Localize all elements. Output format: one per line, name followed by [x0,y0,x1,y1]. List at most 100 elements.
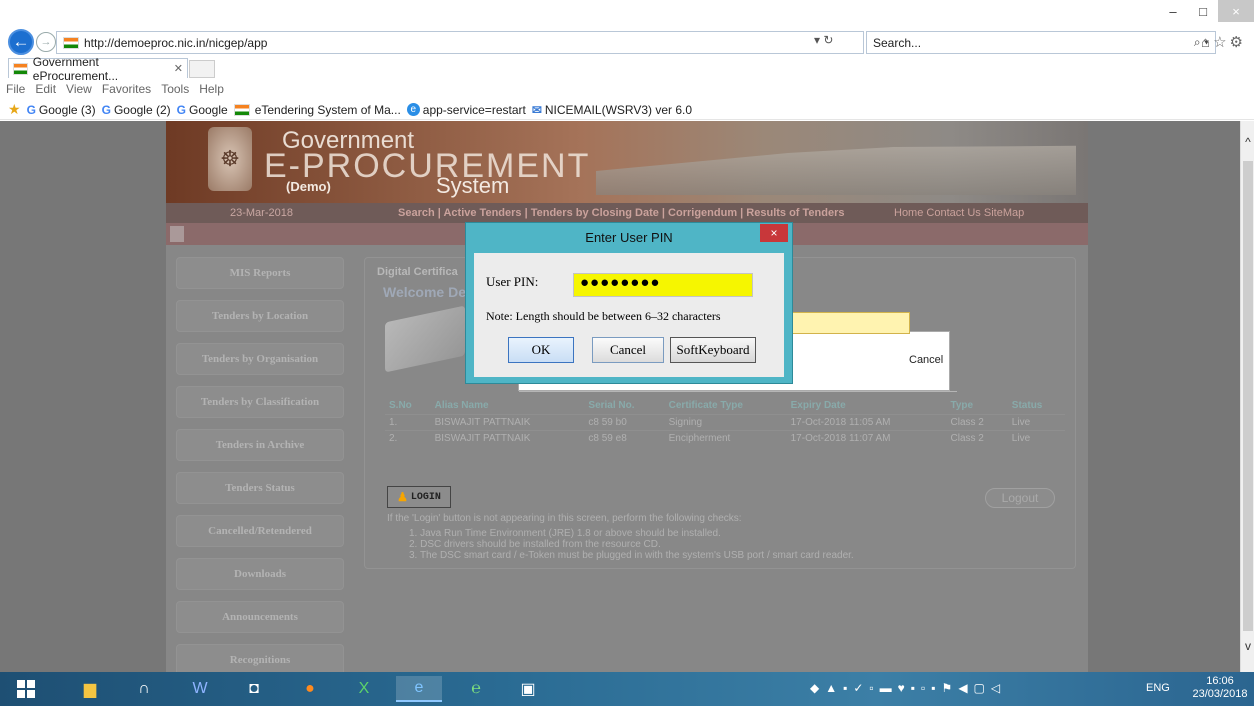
sidebar-item-cancelled-retendered[interactable]: Cancelled/Retendered [176,515,344,547]
search-input[interactable]: Search... ⌕ ▾ [866,31,1216,54]
new-tab-button[interactable] [189,60,215,78]
table-row[interactable]: 1. BISWAJIT PATTNAIK c8 59 b0 Signing 17… [385,413,1065,430]
sidebar-item-recognitions[interactable]: Recognitions [176,644,344,672]
site-nav: 23-Mar-2018 Search | Active Tenders | Te… [166,203,1088,223]
menu-tools[interactable]: Tools [161,82,189,96]
minimize-button[interactable]: – [1158,0,1188,22]
login-button[interactable]: ♟ LOGIN [387,486,451,508]
clock[interactable]: 16:06 23/03/2018 [1190,675,1250,701]
internet-explorer-icon[interactable]: e [396,676,442,702]
word-icon[interactable]: W [186,676,214,702]
app-window-icon[interactable]: ▣ [514,676,542,702]
bookmark-google-2[interactable]: G Google (2) [102,103,171,117]
document-icon [170,226,184,242]
excel-icon[interactable]: X [350,676,378,702]
sidebar-item-announcements[interactable]: Announcements [176,601,344,633]
checks-intro: If the 'Login' button is not appearing i… [387,513,742,524]
check-item: 1. Java Run Time Environment (JRE) 1.8 o… [409,528,721,539]
dialog-title: Enter User PIN [585,229,673,245]
bookmark-google[interactable]: G Google [177,103,228,117]
windows-icon [17,680,35,698]
toolbar-icons[interactable]: ⌂☆⚙ [1201,33,1246,51]
check-item: 2. DSC drivers should be installed from … [409,539,661,550]
address-tools[interactable]: ▾ ↻ [814,33,833,47]
search-placeholder: Search... [873,35,922,50]
cell: Class 2 [946,413,1008,430]
table-row[interactable]: 2. BISWAJIT PATTNAIK c8 59 e8 Encipherme… [385,429,1065,446]
dialog-close-button[interactable]: × [760,224,788,242]
bookmark-google-3[interactable]: G Google (3) [27,103,96,117]
java-cancel-button[interactable]: Cancel [909,354,943,366]
user-icon: ♟ [397,490,408,505]
scroll-thumb[interactable] [1243,161,1253,631]
sidebar-item-tenders-by-location[interactable]: Tenders by Location [176,300,344,332]
firefox-icon[interactable]: ● [296,676,324,702]
nav-right-links[interactable]: Home Contact Us SiteMap [894,207,1024,219]
address-bar[interactable]: http://demoeproc.nic.in/nicgep/app [56,31,864,54]
e-app-icon[interactable]: ℮ [462,676,490,702]
google-icon: G [101,102,111,117]
smartcard-image [385,305,465,373]
window-controls: – □ × [1158,0,1254,22]
bookmarks-bar: ★ G Google (3) G Google (2) G Google eTende… [0,100,1254,120]
logout-button[interactable]: Logout [985,488,1055,508]
ok-button[interactable]: OK [508,337,574,363]
forward-button[interactable]: → [36,32,56,52]
taskbar: ▆ ∩ W ◘ ● X e ℮ ▣ ◆▲▪✓▫▬♥▪▫▪⚑◀▢◁ ENG 16:… [0,672,1254,706]
col-alias: Alias Name [434,400,489,412]
store-icon[interactable]: ◘ [240,676,268,702]
pin-note: Note: Length should be between 6–32 char… [486,309,721,323]
sidebar-item-mis-reports[interactable]: MIS Reports [176,257,344,289]
menu-help[interactable]: Help [199,82,224,96]
menu-bar: File Edit View Favorites Tools Help [0,80,1254,98]
cell: c8 59 b0 [584,413,665,430]
nav-links[interactable]: Search | Active Tenders | Tenders by Clo… [398,207,845,219]
bookmark-nicemail[interactable]: ✉ NICEMAIL(WSRV3) ver 6.0 [532,103,692,117]
tab-digital-certificate[interactable]: Digital Certifica [377,266,458,278]
bookmark-app-service[interactable]: e app-service=restart [406,103,526,117]
menu-favorites[interactable]: Favorites [102,82,151,96]
system-tray-icons[interactable]: ◆▲▪✓▫▬♥▪▫▪⚑◀▢◁ [810,681,1006,695]
back-button[interactable]: ← [8,29,34,55]
favorites-star-icon[interactable]: ★ [8,101,21,118]
table-header-row: S.No Alias Name Serial No. Certificate T… [385,398,1065,414]
cell: Signing [664,413,787,430]
file-explorer-icon[interactable]: ▆ [76,676,104,702]
bookmark-etendering[interactable]: eTendering System of Ma... [233,103,401,117]
scroll-up-icon[interactable]: ^ [1241,135,1254,149]
sidebar-item-tenders-by-organisation[interactable]: Tenders by Organisation [176,343,344,375]
menu-view[interactable]: View [66,82,92,96]
menu-edit[interactable]: Edit [35,82,56,96]
scroll-down-icon[interactable]: v [1241,639,1254,653]
bookmark-label: Google (3) [38,102,96,117]
headphones-icon[interactable]: ∩ [130,676,158,702]
restore-button[interactable]: □ [1188,0,1218,22]
sidebar-item-tenders-by-classification[interactable]: Tenders by Classification [176,386,344,418]
bookmark-label: Google [189,102,228,117]
site-banner: ☸ Government E-PROCUREMENT (Demo) System [166,121,1088,203]
sidebar-item-tenders-in-archive[interactable]: Tenders in Archive [176,429,344,461]
india-flag-icon [13,62,28,75]
sidebar-item-tenders-status[interactable]: Tenders Status [176,472,344,504]
col-expiry: Expiry Date [790,400,846,412]
language-indicator[interactable]: ENG [1146,682,1170,694]
close-tab-icon[interactable]: ✕ [174,62,183,75]
site-date: 23-Mar-2018 [230,207,293,219]
browser-tab[interactable]: Government eProcurement... ✕ [8,55,188,83]
tab-row: Government eProcurement... ✕ [0,55,1254,83]
clock-date: 23/03/2018 [1192,688,1248,700]
arrow-right-icon: → [40,36,52,48]
sidebar-item-downloads[interactable]: Downloads [176,558,344,590]
col-type: Type [950,400,974,412]
close-window-button[interactable]: × [1218,0,1254,22]
cancel-button[interactable]: Cancel [592,337,664,363]
menu-file[interactable]: File [6,82,25,96]
cell: Class 2 [946,429,1008,446]
arrow-left-icon: ← [12,32,30,51]
page-scrollbar[interactable]: ^ v [1240,121,1254,672]
pin-input[interactable]: ●●●●●●●● [573,273,753,297]
cell: Live [1007,413,1065,430]
softkeyboard-button[interactable]: SoftKeyboard [670,337,756,363]
cell: Live [1007,429,1065,446]
start-button[interactable] [12,676,40,702]
